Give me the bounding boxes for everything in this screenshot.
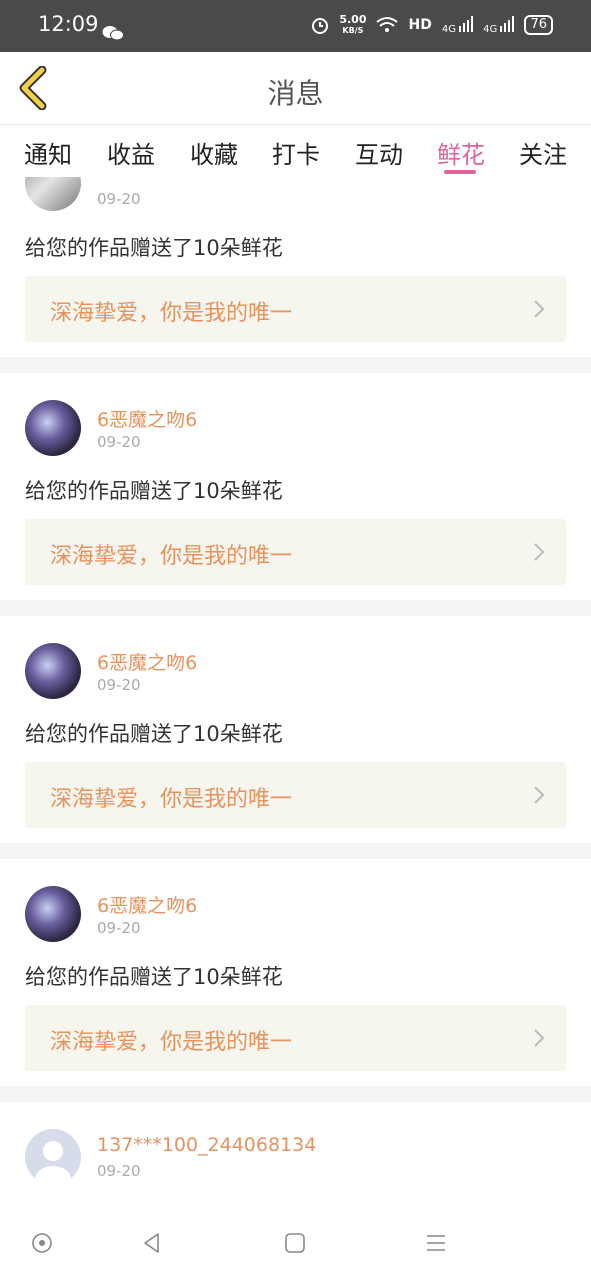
tab-notice[interactable]: 通知 (24, 135, 72, 170)
avatar[interactable] (25, 1129, 81, 1185)
avatar[interactable] (25, 177, 81, 211)
status-time: 12:09 (38, 12, 99, 36)
tab-flowers[interactable]: 鲜花 (437, 135, 485, 170)
divider (0, 357, 591, 373)
message-text: 给您的作品赠送了10朵鲜花 (25, 722, 283, 746)
wifi-icon (376, 17, 399, 32)
message-date: 09-20 (97, 433, 141, 451)
network-speed: 5.00 KB/S (339, 13, 367, 35)
header: 消息 (0, 52, 591, 125)
work-title: 深海挚爱，你是我的唯一 (50, 1030, 293, 1055)
nav-menu-icon[interactable] (424, 1231, 448, 1255)
avatar[interactable] (25, 400, 81, 456)
hd-indicator: HD (408, 17, 432, 33)
list-item: 6恶魔之吻6 09-20 给您的作品赠送了10朵鲜花 深海挚爱，你是我的唯一 (0, 859, 591, 1086)
message-date: 09-20 (97, 190, 141, 208)
active-tab-indicator (444, 170, 476, 174)
username[interactable]: 6恶魔之吻6 (97, 405, 197, 432)
message-date: 09-20 (97, 1162, 141, 1180)
nav-back-icon[interactable] (140, 1231, 164, 1255)
username[interactable]: 6恶魔之吻6 (97, 891, 197, 918)
status-bar: 12:09 5.00 KB/S HD 4G 4G 76 (0, 0, 591, 52)
work-title: 深海挚爱，你是我的唯一 (50, 787, 293, 812)
divider (0, 1086, 591, 1102)
list-item: 09-20 给您的作品赠送了10朵鲜花 深海挚爱，你是我的唯一 (0, 177, 591, 357)
divider (0, 600, 591, 616)
flower-message-list[interactable]: 09-20 给您的作品赠送了10朵鲜花 深海挚爱，你是我的唯一 6恶魔之吻6 0… (0, 177, 591, 1205)
work-link[interactable]: 深海挚爱，你是我的唯一 (25, 519, 566, 585)
chevron-right-icon (534, 543, 545, 561)
tab-checkin[interactable]: 打卡 (272, 135, 320, 170)
message-text: 给您的作品赠送了10朵鲜花 (25, 236, 283, 260)
username[interactable]: 137***100_244068134 (97, 1134, 316, 1156)
avatar[interactable] (25, 886, 81, 942)
signal-bars-icon (500, 15, 515, 32)
work-link[interactable]: 深海挚爱，你是我的唯一 (25, 276, 566, 342)
assistant-circle-icon[interactable] (30, 1231, 54, 1255)
default-avatar-icon (35, 1141, 71, 1185)
chevron-right-icon (534, 1029, 545, 1047)
work-title: 深海挚爱，你是我的唯一 (50, 301, 293, 326)
signal-4g-2: 4G (483, 15, 515, 35)
avatar[interactable] (25, 643, 81, 699)
message-date: 09-20 (97, 676, 141, 694)
tab-earnings[interactable]: 收益 (107, 135, 155, 170)
list-item: 6恶魔之吻6 09-20 给您的作品赠送了10朵鲜花 深海挚爱，你是我的唯一 (0, 373, 591, 600)
signal-4g-1: 4G (442, 15, 474, 35)
tab-interaction[interactable]: 互动 (355, 135, 403, 170)
tab-follow[interactable]: 关注 (519, 135, 567, 170)
tab-favorites[interactable]: 收藏 (190, 135, 238, 170)
chevron-right-icon (534, 786, 545, 804)
nav-home-icon[interactable] (283, 1231, 307, 1255)
alarm-icon (312, 18, 329, 34)
message-text: 给您的作品赠送了10朵鲜花 (25, 965, 283, 989)
message-date: 09-20 (97, 919, 141, 937)
tab-bar: 通知 收益 收藏 打卡 互动 鲜花 关注 (0, 125, 591, 177)
page-title: 消息 (267, 77, 324, 110)
work-title: 深海挚爱，你是我的唯一 (50, 544, 293, 569)
battery-icon: 76 (524, 15, 553, 35)
list-item: 137***100_244068134 09-20 (0, 1102, 591, 1205)
chevron-right-icon (534, 300, 545, 318)
divider (0, 843, 591, 859)
work-link[interactable]: 深海挚爱，你是我的唯一 (25, 1005, 566, 1071)
wechat-icon (102, 26, 124, 41)
work-link[interactable]: 深海挚爱，你是我的唯一 (25, 762, 566, 828)
username[interactable]: 6恶魔之吻6 (97, 648, 197, 675)
list-item: 6恶魔之吻6 09-20 给您的作品赠送了10朵鲜花 深海挚爱，你是我的唯一 (0, 616, 591, 843)
signal-bars-icon (459, 15, 474, 32)
message-text: 给您的作品赠送了10朵鲜花 (25, 479, 283, 503)
system-nav-bar (0, 1205, 591, 1280)
